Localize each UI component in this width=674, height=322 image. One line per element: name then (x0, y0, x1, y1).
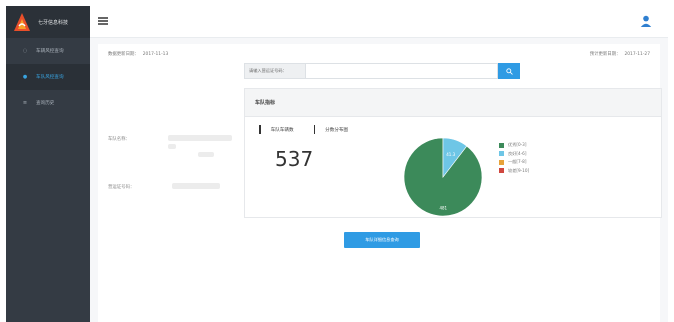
detail-button-label: 车队详细信息查询 (365, 237, 399, 242)
indicator-tabs: 车队车辆数 分数分布图 (259, 125, 368, 134)
tab-vehicle-count[interactable]: 车队车辆数 (271, 127, 294, 133)
main-content: 数据更新日期： 2017-11-13 预计更新日期： 2017-11-27 请输入营… (90, 38, 668, 322)
fleet-name-label: 车队名称： (108, 137, 130, 142)
tab-score-distribution[interactable]: 分数分布图 (325, 127, 348, 133)
app-window: 七牙信息科技 ◌ 车辆风控查询 ● 车队风控查询 ≡ 查询历史 数据更新日期： … (0, 0, 674, 322)
license-search-input[interactable] (306, 63, 498, 79)
menu-icon[interactable] (98, 17, 108, 25)
expected-update-info: 预计更新日期： 2017-11-27 (590, 51, 650, 57)
dot-icon: ● (22, 74, 28, 80)
list-icon: ≡ (22, 100, 28, 106)
car-icon: ◌ (22, 48, 28, 54)
data-update-label: 数据更新日期： (108, 52, 139, 57)
query-panel: 数据更新日期： 2017-11-13 预计更新日期： 2017-11-27 请输入营… (98, 44, 662, 322)
logo-icon (14, 13, 30, 31)
fleet-detail-button[interactable]: 车队详细信息查询 (344, 232, 420, 248)
sidebar-item-label: 查询历史 (36, 101, 55, 106)
sidebar: 七牙信息科技 ◌ 车辆风控查询 ● 车队风控查询 ≡ 查询历史 (6, 6, 90, 322)
fleet-indicator-card: 车队指标 车队车辆数 分数分布图 537 481 41.3 优秀[0-3] 良好… (244, 88, 662, 218)
vehicle-count-value: 537 (275, 147, 314, 171)
indicator-title: 车队指标 (245, 89, 661, 117)
score-distribution-pie: 481 41.3 (403, 137, 483, 217)
pie-data-label-1: 481 (439, 206, 447, 211)
legend-swatch (499, 168, 504, 174)
pie-legend: 优秀[0-3] 良好[4-6] 一般[7-8] 较差[9-10] (499, 142, 529, 176)
legend-label: 一般[7-8] (508, 159, 527, 165)
data-update-date: 2017-11-13 (142, 52, 169, 57)
search-icon (505, 67, 513, 75)
sidebar-item-label: 车队风控查询 (36, 75, 64, 80)
fleet-name-value (168, 135, 232, 141)
app-name: 七牙信息科技 (38, 19, 69, 26)
brand: 七牙信息科技 (6, 6, 90, 38)
expected-update-date: 2017-11-27 (624, 52, 650, 57)
expected-update-label: 预计更新日期： (589, 52, 621, 57)
search-addon-label: 请输入营运证号码： (244, 63, 306, 79)
legend-label: 良好[4-6] (508, 150, 527, 156)
license-search: 请输入营运证号码： (244, 63, 520, 79)
sidebar-nav: ◌ 车辆风控查询 ● 车队风控查询 ≡ 查询历史 (6, 38, 90, 116)
legend-item: 优秀[0-3] (499, 142, 529, 148)
legend-label: 较差[9-10] (508, 167, 530, 173)
legend-swatch (499, 159, 504, 165)
legend-swatch (499, 142, 504, 148)
pie-data-label-2: 41.3 (446, 152, 455, 157)
sidebar-item-fleet-risk[interactable]: ● 车队风控查询 (6, 64, 90, 90)
sidebar-item-label: 车辆风控查询 (36, 49, 64, 54)
legend-item: 较差[9-10] (499, 168, 529, 174)
user-icon[interactable] (640, 15, 652, 27)
search-button[interactable] (498, 63, 520, 79)
top-bar (90, 6, 668, 38)
fleet-name-value (198, 152, 214, 157)
data-update-info: 数据更新日期： 2017-11-13 (108, 51, 168, 57)
sidebar-item-history[interactable]: ≡ 查询历史 (6, 90, 90, 116)
legend-item: 一般[7-8] (499, 159, 529, 165)
legend-item: 良好[4-6] (499, 151, 529, 157)
license-value (172, 183, 220, 189)
legend-swatch (499, 151, 504, 157)
sidebar-item-vehicle-risk[interactable]: ◌ 车辆风控查询 (6, 38, 90, 64)
legend-label: 优秀[0-3] (508, 142, 527, 147)
fleet-name-value (168, 144, 176, 149)
license-label: 营运证号码： (108, 185, 135, 190)
